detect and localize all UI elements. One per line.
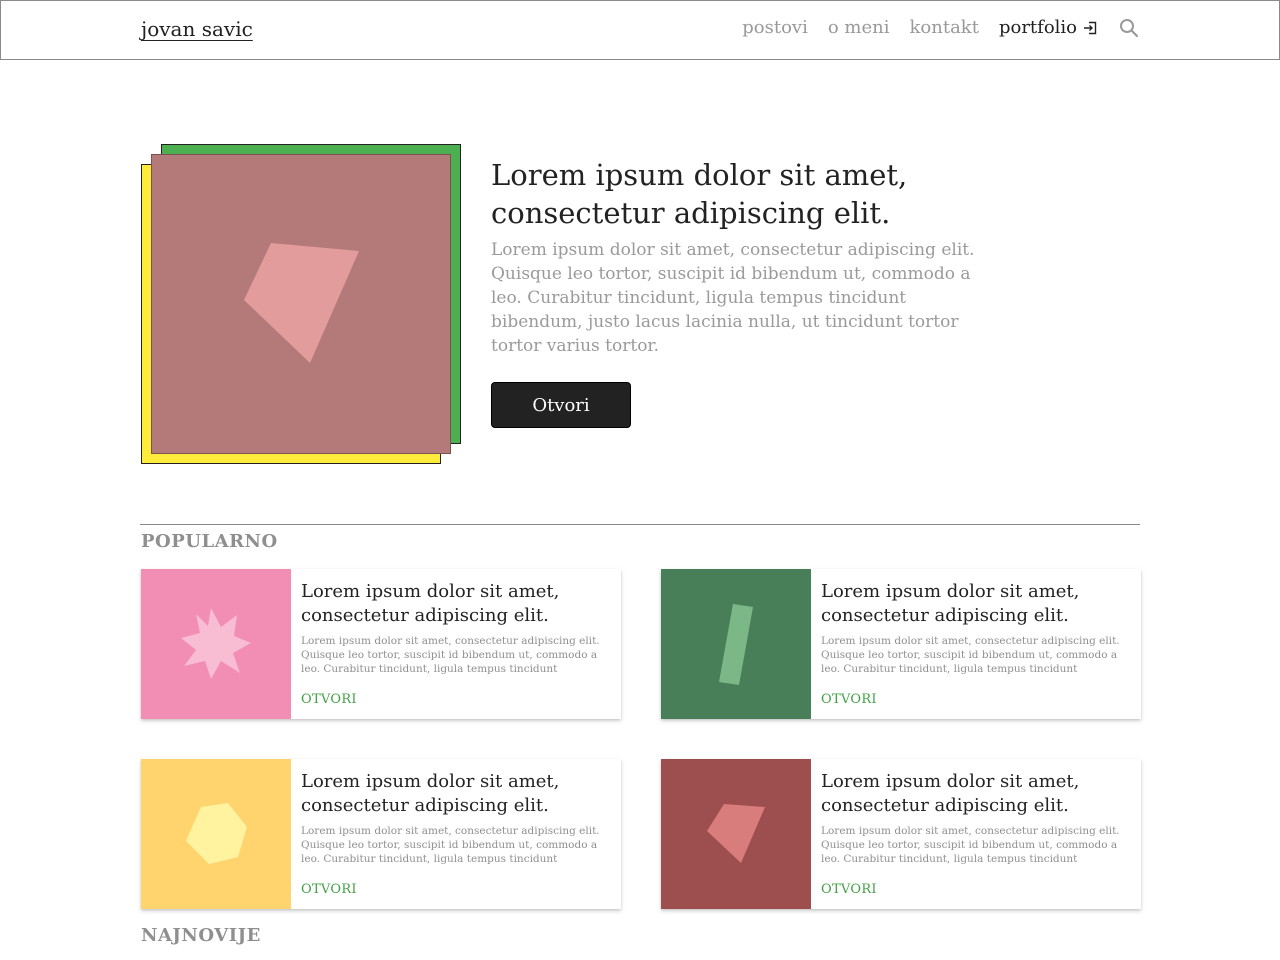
search-icon[interactable] [1119, 18, 1139, 38]
post-card-description: Lorem ipsum dolor sit amet, consectetur … [301, 825, 600, 865]
hero-image [151, 154, 451, 454]
nav-link-posts[interactable]: postovi [742, 17, 808, 38]
post-card-image [661, 569, 811, 719]
post-card-body: Lorem ipsum dolor sit amet, consectetur … [821, 580, 1121, 676]
post-card-title: Lorem ipsum dolor sit amet, consectetur … [821, 771, 1080, 816]
post-card-description: Lorem ipsum dolor sit amet, consectetur … [821, 825, 1120, 865]
post-card-open-link[interactable]: OTVORI [301, 882, 357, 897]
post-card: Lorem ipsum dolor sit amet, consectetur … [141, 569, 621, 719]
latest-heading: NAJNOVIJE [141, 925, 261, 946]
post-card-body: Lorem ipsum dolor sit amet, consectetur … [301, 770, 601, 866]
nav-link-contact[interactable]: kontakt [910, 17, 979, 38]
post-card-description: Lorem ipsum dolor sit amet, consectetur … [821, 635, 1120, 675]
open-button[interactable]: Otvori [491, 382, 631, 428]
starburst-shape [181, 608, 251, 679]
main-nav: postovi o meni kontakt portfolio [722, 17, 1139, 38]
hero-description: Lorem ipsum dolor sit amet, consectetur … [491, 240, 975, 356]
post-card-image [141, 759, 291, 909]
brand-logo-link[interactable]: jovan savic [141, 17, 253, 41]
post-card-title: Lorem ipsum dolor sit amet, consectetur … [301, 771, 560, 816]
post-card-body: Lorem ipsum dolor sit amet, consectetur … [301, 580, 601, 676]
post-card-open-link[interactable]: OTVORI [301, 692, 357, 707]
hero-text: Lorem ipsum dolor sit amet, consectetur … [491, 156, 981, 428]
post-card: Lorem ipsum dolor sit amet, consectetur … [661, 569, 1141, 719]
post-card-image [141, 569, 291, 719]
hero-title: Lorem ipsum dolor sit amet, consectetur … [491, 158, 908, 230]
post-card-body: Lorem ipsum dolor sit amet, consectetur … [821, 770, 1121, 866]
hexagon-shape [186, 803, 247, 864]
nav-link-about[interactable]: o meni [828, 17, 890, 38]
post-card-open-link[interactable]: OTVORI [821, 692, 877, 707]
post-card-description: Lorem ipsum dolor sit amet, consectetur … [301, 635, 600, 675]
hero-illustration [140, 143, 462, 465]
post-card-title: Lorem ipsum dolor sit amet, consectetur … [821, 581, 1080, 626]
post-card-image [661, 759, 811, 909]
quadrilateral-shape [707, 804, 765, 863]
bar-shape [719, 604, 753, 685]
navbar: jovan savic postovi o meni kontakt portf… [0, 0, 1280, 60]
post-card-open-link[interactable]: OTVORI [821, 882, 877, 897]
post-card-title: Lorem ipsum dolor sit amet, consectetur … [301, 581, 560, 626]
section-divider [140, 524, 1140, 525]
nav-link-portfolio-label: portfolio [998, 17, 1077, 38]
post-card: Lorem ipsum dolor sit amet, consectetur … [141, 759, 621, 909]
login-icon [1083, 21, 1097, 35]
nav-link-portfolio[interactable]: portfolio [999, 17, 1097, 38]
quadrilateral-shape [244, 243, 359, 363]
post-card: Lorem ipsum dolor sit amet, consectetur … [661, 759, 1141, 909]
popular-heading: POPULARNO [141, 531, 278, 552]
